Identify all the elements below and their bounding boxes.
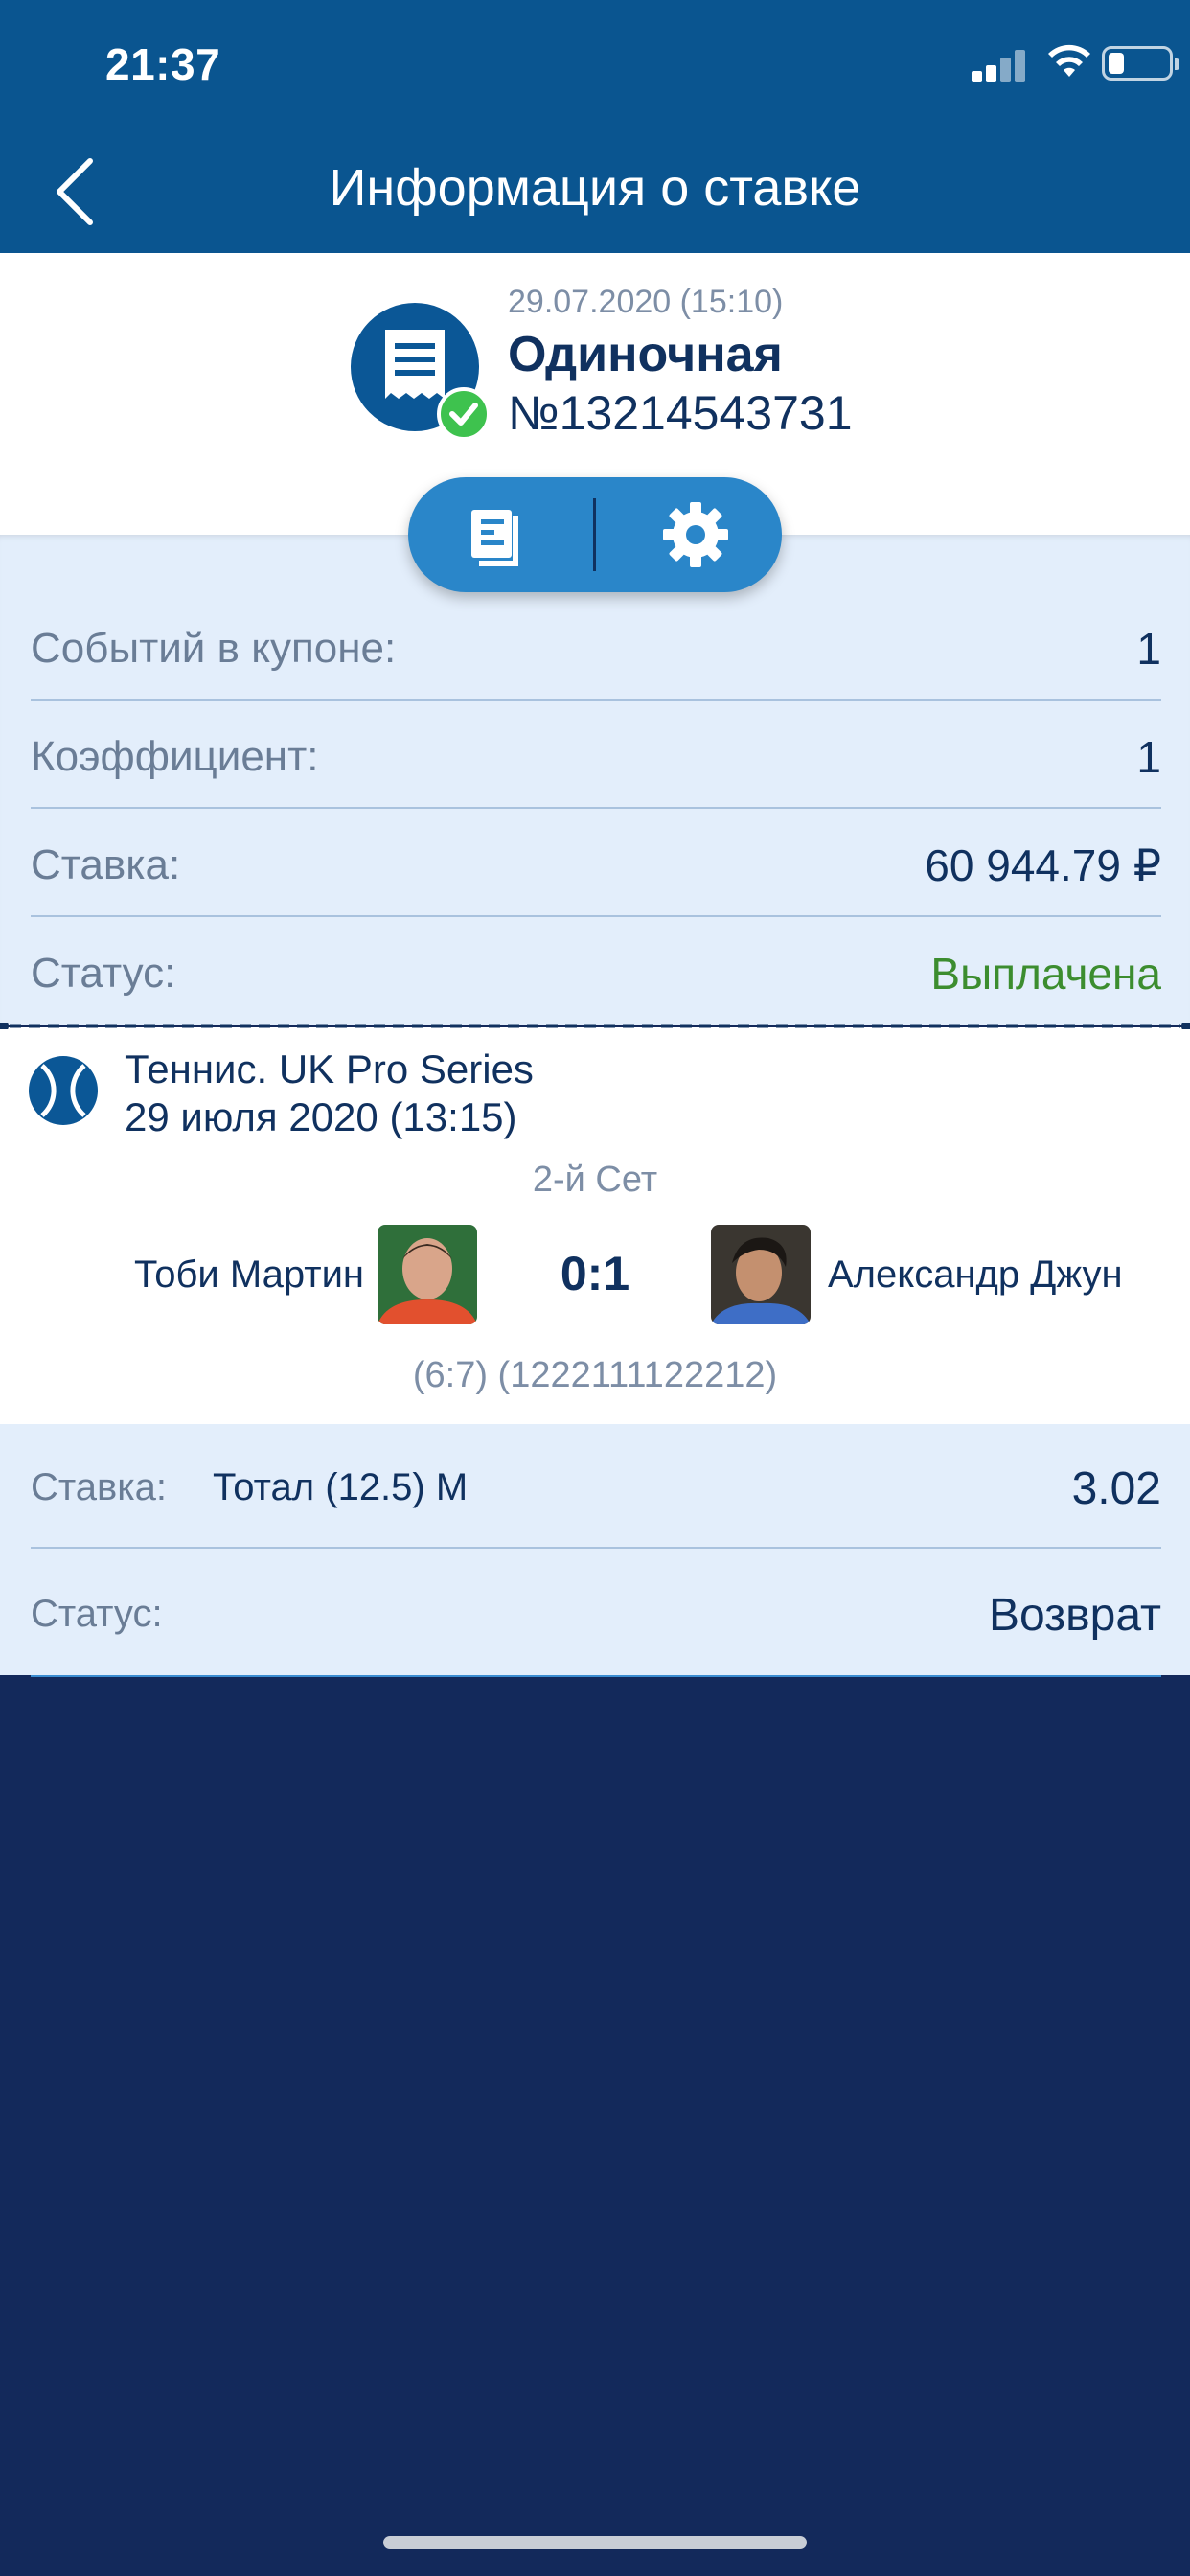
detail-value: 1 (1136, 732, 1161, 782)
copy-coupon-button[interactable] (408, 477, 581, 592)
wifi-icon (1048, 44, 1090, 77)
page-title: Информация о ставке (329, 159, 861, 217)
detail-row-coefficient: Коэффициент: 1 (31, 701, 1161, 809)
bet-market-row: Ставка: Тотал (12.5) М 3.02 (31, 1424, 1161, 1549)
bet-number: №13214543731 (508, 386, 853, 440)
event-title: Теннис. UK Pro Series (125, 1046, 534, 1092)
document-icon (471, 510, 518, 566)
score-detail: (6:7) (1222111122212) (412, 1355, 778, 1395)
status-value-paid: Выплачена (930, 949, 1161, 999)
detail-row-events: Событий в купоне: 1 (31, 592, 1161, 701)
detail-row-stake: Ставка: 60 944.79 ₽ (31, 809, 1161, 917)
player2-avatar (711, 1225, 811, 1324)
status-label: Статус: (31, 1593, 163, 1635)
detail-row-status: Статус: Выплачена (31, 917, 1161, 1025)
event-date: 29 июля 2020 (13:15) (125, 1094, 517, 1139)
detail-label: Коэффициент: (31, 733, 319, 780)
status-time: 21:37 (105, 39, 221, 89)
detail-label: Событий в купоне: (31, 625, 397, 672)
perforation-divider (0, 1024, 1190, 1029)
player2-name: Александр Джун (828, 1254, 1123, 1296)
battery-icon (1102, 46, 1179, 80)
bet-odds: 3.02 (1071, 1463, 1161, 1514)
stake-label: Ставка: (31, 1466, 167, 1508)
detail-label: Статус: (31, 950, 176, 997)
bet-market: Тотал (12.5) М (213, 1466, 469, 1508)
tennis-ball-icon (29, 1056, 98, 1125)
action-pill (408, 477, 782, 592)
bet-status-row: Статус: Возврат (31, 1551, 1161, 1677)
gear-icon (663, 502, 728, 567)
bet-type: Одиночная (508, 327, 783, 382)
settings-button[interactable] (609, 477, 782, 592)
pill-divider (593, 498, 596, 571)
bet-status: Возврат (989, 1590, 1161, 1641)
cellular-signal-icon (972, 44, 1029, 82)
bet-date: 29.07.2020 (15:10) (508, 284, 784, 320)
detail-value: 1 (1136, 624, 1161, 674)
set-label: 2-й Сет (532, 1160, 658, 1200)
home-indicator[interactable] (383, 2536, 807, 2549)
detail-value: 60 944.79 ₽ (925, 840, 1161, 890)
check-icon (437, 387, 491, 441)
detail-label: Ставка: (31, 841, 181, 888)
